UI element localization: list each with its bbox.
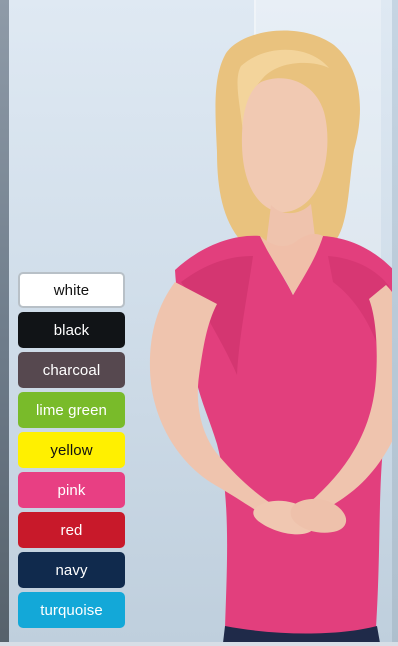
color-swatch-label: turquoise [40, 601, 103, 619]
color-swatch-pink[interactable]: pink [18, 472, 125, 508]
product-color-panel: white black charcoal lime green yellow p… [0, 0, 398, 646]
color-swatch-label: red [60, 521, 83, 539]
color-swatch-label: lime green [35, 401, 108, 419]
bottom-edge-strip [0, 642, 398, 646]
color-swatch-lime-green[interactable]: lime green [18, 392, 125, 428]
face-shape [241, 78, 328, 213]
color-swatch-black[interactable]: black [18, 312, 125, 348]
model-illustration [149, 30, 392, 642]
left-edge-strip [0, 0, 9, 646]
right-edge-strip [392, 0, 398, 646]
color-swatch-navy[interactable]: navy [18, 552, 125, 588]
color-swatch-turquoise[interactable]: turquoise [18, 592, 125, 628]
color-swatch-white[interactable]: white [18, 272, 125, 308]
color-swatch-label: pink [57, 481, 86, 499]
color-swatch-label: black [53, 321, 90, 339]
color-swatch-label: white [53, 281, 90, 299]
color-swatch-red[interactable]: red [18, 512, 125, 548]
color-swatch-list: white black charcoal lime green yellow p… [18, 272, 125, 628]
color-swatch-charcoal[interactable]: charcoal [18, 352, 125, 388]
color-swatch-yellow[interactable]: yellow [18, 432, 125, 468]
color-swatch-label: navy [55, 561, 88, 579]
color-swatch-label: yellow [50, 441, 93, 459]
color-swatch-label: charcoal [42, 361, 101, 379]
